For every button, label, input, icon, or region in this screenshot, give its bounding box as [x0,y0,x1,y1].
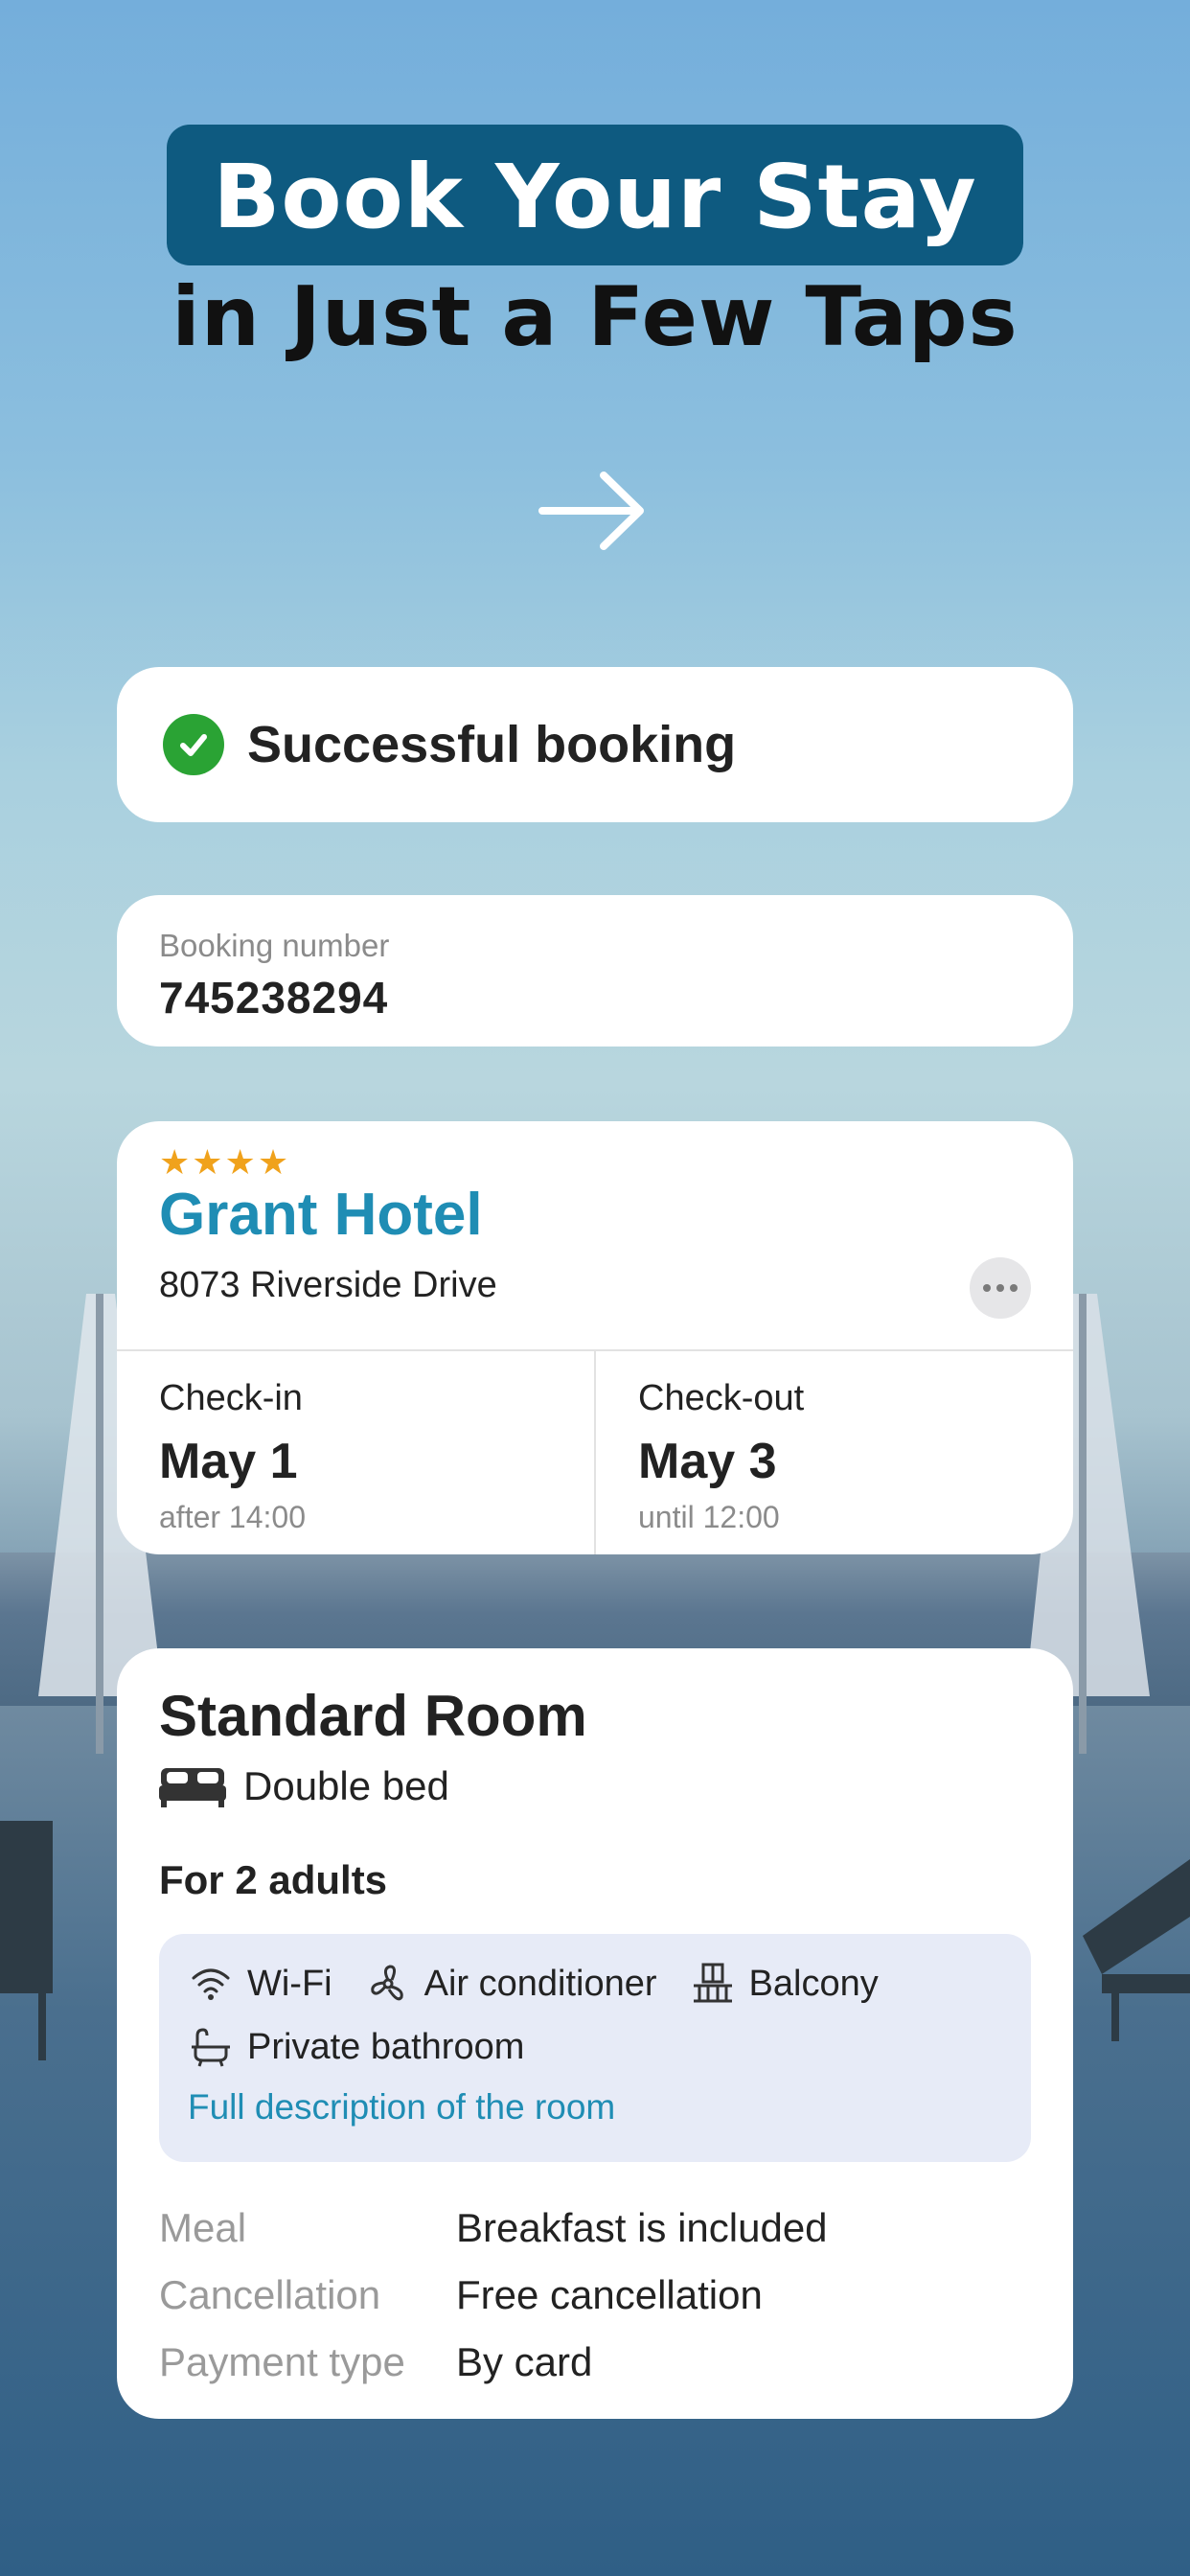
divider [594,1349,596,1554]
fan-icon [370,1965,403,2001]
balcony-icon [693,1963,732,2003]
amenity-wifi: Wi-Fi [188,1961,332,2007]
headline-title: Book Your Stay [167,125,1023,265]
bathtub-icon [192,2028,230,2067]
detail-row: Payment type By card [159,2329,828,2396]
bed-icon [159,1768,226,1807]
wifi-icon [192,1968,230,2000]
bed-type: Double bed [243,1763,449,1808]
booking-details: Meal Breakfast is included Cancellation … [159,2195,828,2396]
amenities-panel: Wi-Fi Air conditioner Balcony Private ba… [159,1934,1031,2162]
amenity-label: Private bathroom [247,2026,525,2067]
detail-value: Breakfast is included [456,2205,828,2250]
hotel-address: 8073 Riverside Drive [159,1265,497,1305]
checkout-section: Check-out May 3 until 12:00 [638,1378,804,1535]
amenity-label: Balcony [748,1963,879,2004]
detail-value: Free cancellation [456,2272,763,2317]
detail-key: Payment type [159,2339,405,2384]
ellipsis-icon [983,1284,1018,1292]
check-circle-icon [163,714,224,775]
amenity-balcony: Balcony [690,1961,879,2007]
booking-number-label: Booking number [159,928,390,963]
checkin-section: Check-in May 1 after 14:00 [159,1378,306,1535]
amenity-private-bathroom: Private bathroom [188,2024,524,2070]
lounger-left [0,1821,53,2060]
room-card: Standard Room Double bed For 2 adults Wi… [117,1648,1073,2419]
status-text: Successful booking [247,716,737,773]
bed-info: Double bed [159,1763,449,1809]
more-options-button[interactable] [970,1257,1031,1319]
arrow-right-icon [538,472,644,550]
detail-key: Meal [159,2205,247,2250]
full-description-link[interactable]: Full description of the room [188,2087,615,2128]
checkin-label: Check-in [159,1378,303,1418]
guest-count: For 2 adults [159,1857,388,1902]
checkout-label: Check-out [638,1378,805,1418]
checkin-date: May 1 [159,1434,298,1489]
booking-number-value: 745238294 [159,973,389,1023]
checkout-time: until 12:00 [638,1500,780,1534]
booking-number-card: Booking number 745238294 [117,895,1073,1046]
star-rating: ★★★★ [159,1142,291,1182]
headline-subtitle: in Just a Few Taps [172,269,1018,365]
checkout-date: May 3 [638,1434,777,1489]
room-title: Standard Room [159,1684,587,1748]
headline: Book Your Stay in Just a Few Taps [0,125,1190,365]
booking-status-card: Successful booking [117,667,1073,822]
detail-row: Cancellation Free cancellation [159,2262,828,2329]
amenity-label: Wi-Fi [247,1963,332,2004]
hotel-card[interactable]: ★★★★ Grant Hotel 8073 Riverside Drive Ch… [117,1121,1073,1554]
checkin-time: after 14:00 [159,1500,306,1534]
detail-key: Cancellation [159,2272,381,2317]
amenity-air-conditioner: Air conditioner [365,1961,657,2007]
amenity-label: Air conditioner [423,1963,657,2004]
hotel-name[interactable]: Grant Hotel [159,1181,483,1249]
detail-row: Meal Breakfast is included [159,2195,828,2262]
lounger-right [1083,1859,1190,2041]
detail-value: By card [456,2339,593,2384]
